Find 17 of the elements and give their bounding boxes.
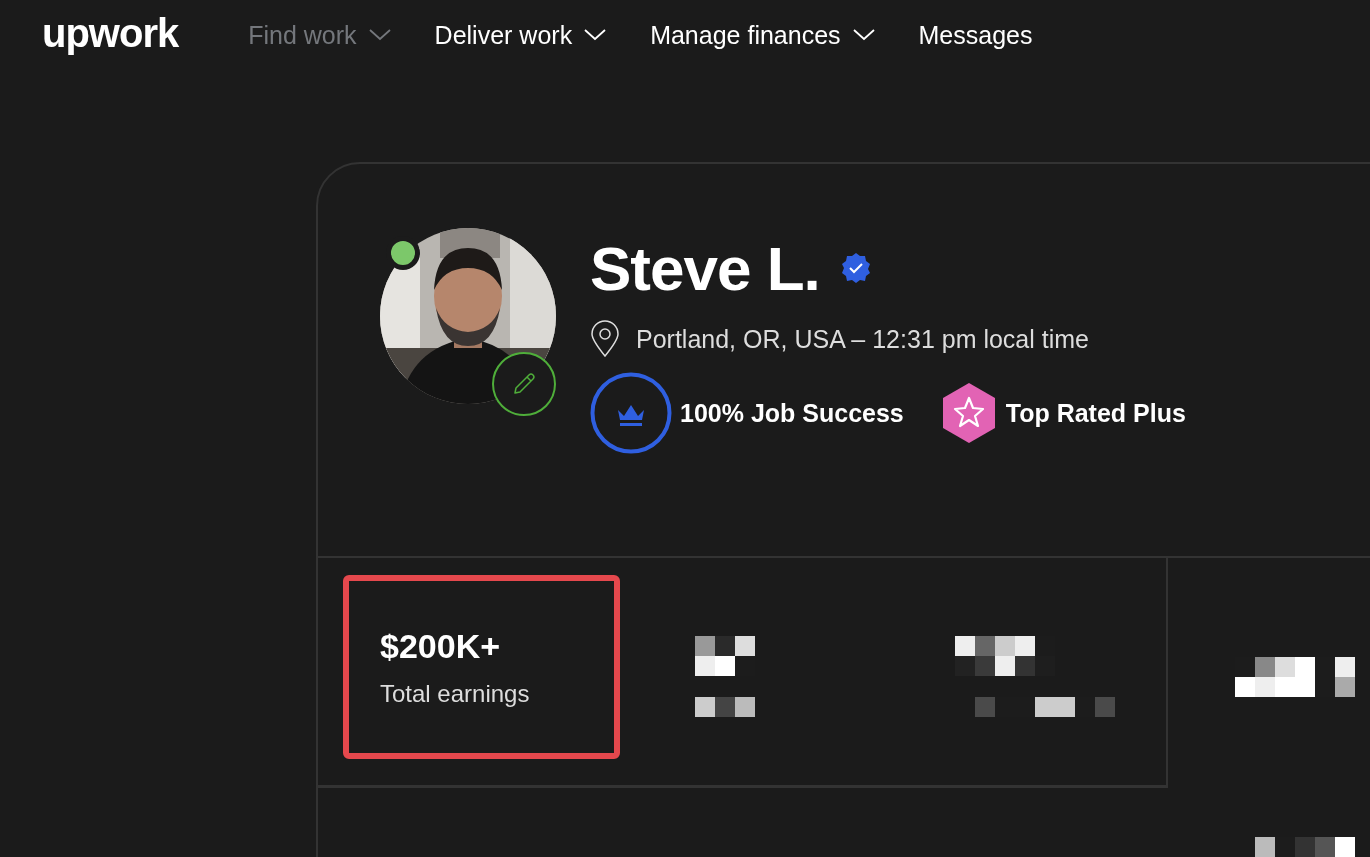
- stat-label: Total earnings: [380, 679, 531, 708]
- nav-menu-item[interactable]: Manage finances: [650, 20, 875, 50]
- profile-name: Steve L.: [590, 232, 820, 304]
- crown-badge-icon: [590, 372, 672, 454]
- nav-menu-item[interactable]: Find work: [248, 20, 391, 50]
- nav-menu-item[interactable]: Deliver work: [434, 20, 607, 50]
- badge-label: 100% Job Success: [680, 398, 904, 428]
- edit-photo-button[interactable]: [492, 352, 556, 416]
- pencil-icon: [511, 371, 537, 397]
- badge-label: Top Rated Plus: [1005, 398, 1186, 428]
- pixelated-block: [695, 636, 755, 676]
- pixelated-block: [695, 697, 755, 717]
- nav-menu-item[interactable]: Messages: [918, 20, 1033, 50]
- location-text: Portland, OR, USA – 12:31 pm local time: [636, 324, 1089, 354]
- stat-value: $200K+: [380, 626, 502, 666]
- location-pin-icon: [590, 320, 620, 358]
- logo[interactable]: upwork: [42, 10, 179, 56]
